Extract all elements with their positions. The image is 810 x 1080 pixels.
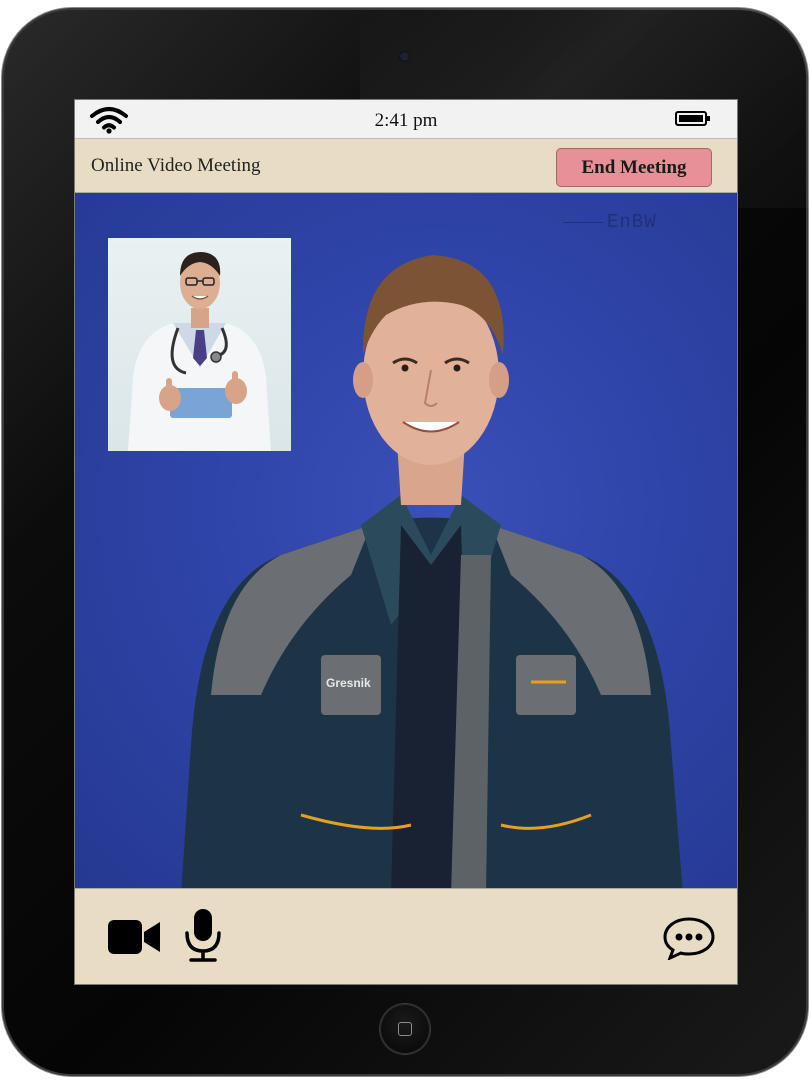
status-bar: 2:41 pm <box>75 100 737 139</box>
video-camera-icon[interactable] <box>108 918 160 956</box>
microphone-icon[interactable] <box>183 909 223 963</box>
status-time: 2:41 pm <box>374 110 438 131</box>
picture-in-picture-participant <box>128 252 271 451</box>
end-meeting-button[interactable]: End Meeting <box>556 148 712 187</box>
main-video-feed: EnBW Gresnik <box>75 193 737 888</box>
battery-icon <box>675 111 710 126</box>
tablet-screen: 2:41 pm Online Video Meeting End Meeting… <box>74 99 738 985</box>
right-chest-pocket <box>516 655 576 715</box>
self-view-thumbnail[interactable] <box>108 238 291 451</box>
chat-bubble-icon[interactable] <box>662 916 716 960</box>
home-button[interactable] <box>380 1004 430 1054</box>
front-camera-lens <box>400 52 409 61</box>
controls-bar <box>75 888 737 984</box>
name-badge-text: Gresnik <box>326 676 371 690</box>
meeting-header: Online Video Meeting End Meeting <box>75 139 737 193</box>
meeting-title: Online Video Meeting <box>91 155 261 176</box>
